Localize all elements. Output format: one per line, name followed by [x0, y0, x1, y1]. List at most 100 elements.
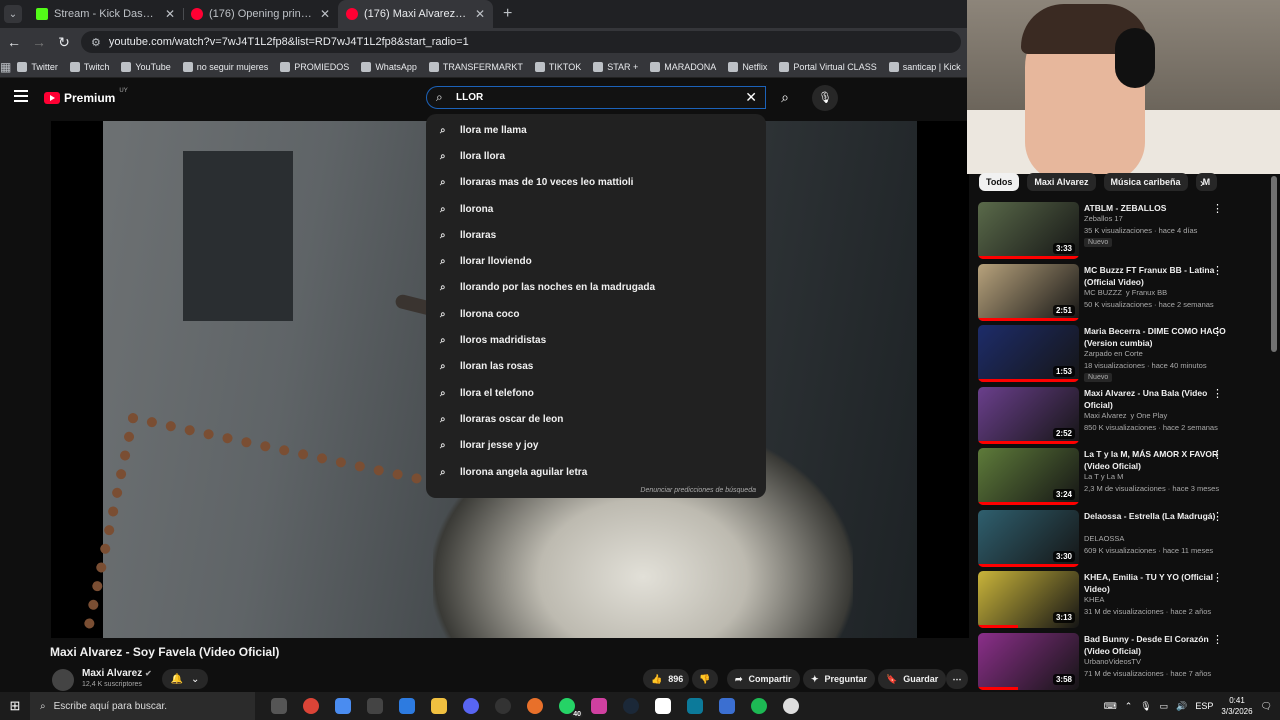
- bookmark-item[interactable]: WhatsApp: [355, 61, 423, 72]
- related-video-card[interactable]: 1:53 Maria Becerra - DIME COMO HAGO (Vers…: [978, 325, 1268, 383]
- app-pink-icon[interactable]: [583, 692, 615, 720]
- discord-icon[interactable]: [455, 692, 487, 720]
- related-video-card[interactable]: 3:58 Bad Bunny - Desde El Corazón (Video …: [978, 632, 1268, 691]
- search-suggestion-item[interactable]: ⌕ llora el telefono: [426, 380, 766, 406]
- app-white-icon[interactable]: [775, 692, 807, 720]
- bookmark-item[interactable]: Portal Virtual CLASS: [773, 61, 882, 72]
- related-channel-name[interactable]: KHEA: [1084, 595, 1104, 604]
- capcut-icon[interactable]: [647, 692, 679, 720]
- microphone-icon[interactable]: 🎙: [1140, 701, 1151, 712]
- clear-search-icon[interactable]: ✕: [745, 89, 757, 106]
- terminal-icon[interactable]: [679, 692, 711, 720]
- more-options-icon[interactable]: ⋮: [1212, 264, 1223, 277]
- avatar[interactable]: [52, 669, 74, 691]
- notification-bell-button[interactable]: 🔔 ⌄: [162, 669, 208, 689]
- bookmark-item[interactable]: Twitch: [64, 61, 116, 72]
- search-suggestion-item[interactable]: ⌕ llorona coco: [426, 301, 766, 327]
- search-suggestion-item[interactable]: ⌕ llorona: [426, 196, 766, 222]
- windows-start-icon[interactable]: ⊞: [0, 698, 30, 714]
- tab-kick-dashboard[interactable]: Stream - Kick Dashboard ✕: [28, 0, 183, 28]
- scrollbar[interactable]: [1271, 176, 1277, 352]
- related-channel-name[interactable]: MC BUZZZ y Franux BB: [1084, 288, 1167, 297]
- related-channel-name[interactable]: Zarpado en Corte: [1084, 349, 1143, 358]
- keyboard-icon[interactable]: ⌨: [1104, 701, 1117, 712]
- bookmark-item[interactable]: santicap | Kick: [883, 61, 967, 72]
- more-actions-button[interactable]: ⋯: [946, 669, 968, 689]
- fl-studio-icon[interactable]: [519, 692, 551, 720]
- search-suggestion-item[interactable]: ⌕ llora llora: [426, 143, 766, 169]
- bookmark-item[interactable]: YouTube: [115, 61, 176, 72]
- search-button[interactable]: ⌕: [770, 86, 800, 109]
- more-options-icon[interactable]: ⋮: [1212, 448, 1223, 461]
- search-suggestion-item[interactable]: ⌕ llorona angela aguilar letra: [426, 459, 766, 485]
- more-options-icon[interactable]: ⋮: [1212, 325, 1223, 338]
- video-thumbnail[interactable]: 3:33: [978, 202, 1079, 259]
- video-thumbnail[interactable]: 3:24: [978, 448, 1079, 505]
- back-icon[interactable]: ←: [3, 34, 25, 50]
- obs-icon[interactable]: [487, 692, 519, 720]
- related-channel-name[interactable]: UrbanoVideosTV: [1084, 657, 1141, 666]
- copilot-icon[interactable]: [327, 692, 359, 720]
- dislike-button[interactable]: 👎: [692, 669, 718, 689]
- more-options-icon[interactable]: ⋮: [1212, 510, 1223, 523]
- menu-icon[interactable]: [14, 90, 28, 102]
- search-suggestion-item[interactable]: ⌕ llora me llama: [426, 117, 766, 143]
- video-thumbnail[interactable]: 3:30: [978, 509, 1079, 567]
- epic-games-icon[interactable]: [359, 692, 391, 720]
- share-button[interactable]: ➦ Compartir: [727, 669, 800, 689]
- video-thumbnail[interactable]: 2:52: [978, 386, 1079, 444]
- channel-name[interactable]: Maxi Alvarez ✔: [82, 668, 152, 679]
- filter-chip[interactable]: M: [1195, 173, 1218, 191]
- microphone-icon[interactable]: 🎙: [812, 85, 838, 111]
- volume-icon[interactable]: 🔊: [1176, 701, 1187, 712]
- task-view-icon[interactable]: [263, 692, 295, 720]
- notifications-icon[interactable]: 🗨: [1261, 701, 1272, 712]
- ask-button[interactable]: ✦ Preguntar: [803, 669, 876, 689]
- forward-icon[interactable]: →: [28, 34, 50, 50]
- more-options-icon[interactable]: ⋮: [1212, 571, 1223, 584]
- taskbar-search-input[interactable]: ⌕ Escribe aquí para buscar.: [30, 692, 255, 720]
- more-options-icon[interactable]: ⋮: [1212, 633, 1223, 646]
- chevron-up-icon[interactable]: ⌃: [1125, 701, 1133, 712]
- filter-chip[interactable]: Todos: [979, 173, 1020, 191]
- bookmark-item[interactable]: no seguir mujeres: [177, 61, 275, 72]
- related-channel-name[interactable]: DELAOSSA: [1084, 534, 1124, 543]
- search-suggestion-item[interactable]: ⌕ llorar lloviendo: [426, 248, 766, 274]
- chrome-icon[interactable]: [295, 692, 327, 720]
- bookmark-item[interactable]: TRANSFERMARKT: [423, 61, 529, 72]
- more-options-icon[interactable]: ⋮: [1212, 387, 1223, 400]
- chevron-right-icon[interactable]: ›: [1200, 176, 1204, 190]
- network-icon[interactable]: ▭: [1160, 701, 1169, 712]
- search-suggestion-item[interactable]: ⌕ llorar jesse y joy: [426, 433, 766, 459]
- search-suggestion-item[interactable]: ⌕ lloran las rosas: [426, 354, 766, 380]
- search-suggestion-item[interactable]: ⌕ lloraras: [426, 222, 766, 248]
- save-button[interactable]: 🔖 Guardar: [878, 669, 947, 689]
- related-video-card[interactable]: 3:24 La T y la M, MÁS AMOR X FAVOR (Video…: [978, 448, 1268, 506]
- youtube-premium-logo[interactable]: Premium UY: [44, 88, 128, 105]
- related-channel-name[interactable]: Maxi Alvarez y One Play: [1084, 411, 1167, 420]
- filter-chip[interactable]: Maxi Alvarez: [1027, 173, 1096, 191]
- tab-search-icon[interactable]: ⌄: [4, 5, 22, 23]
- steam-icon[interactable]: [615, 692, 647, 720]
- search-suggestion-item[interactable]: ⌕ lloraras oscar de leon: [426, 406, 766, 432]
- spotify-icon[interactable]: [743, 692, 775, 720]
- apps-grid-icon[interactable]: ▦: [0, 60, 11, 74]
- bookmark-item[interactable]: PROMIEDOS: [274, 61, 355, 72]
- close-icon[interactable]: ✕: [475, 7, 485, 21]
- close-icon[interactable]: ✕: [165, 7, 175, 21]
- close-icon[interactable]: ✕: [320, 7, 330, 21]
- whatsapp-icon[interactable]: 40: [551, 692, 583, 720]
- related-video-card[interactable]: 3:13 KHEA, Emilia - TU Y YO (Official Vid…: [978, 571, 1268, 629]
- search-input[interactable]: ⌕ LLOR ✕: [426, 86, 766, 109]
- mail-icon[interactable]: [391, 692, 423, 720]
- bookmark-item[interactable]: STAR +: [587, 61, 644, 72]
- shield-icon[interactable]: [711, 692, 743, 720]
- search-suggestion-item[interactable]: ⌕ llorando por las noches en la madrugada: [426, 275, 766, 301]
- bookmark-item[interactable]: Netflix: [722, 61, 773, 72]
- bookmark-item[interactable]: Twitter: [11, 61, 64, 72]
- search-suggestion-item[interactable]: ⌕ lloraras mas de 10 veces leo mattioli: [426, 170, 766, 196]
- reload-icon[interactable]: ↻: [53, 34, 75, 51]
- report-predictions-link[interactable]: Denunciar predicciones de búsqueda: [640, 487, 756, 494]
- address-bar[interactable]: ⚙ youtube.com/watch?v=7wJ4T1L2fp8&list=R…: [81, 31, 961, 53]
- site-info-icon[interactable]: ⚙: [91, 36, 101, 49]
